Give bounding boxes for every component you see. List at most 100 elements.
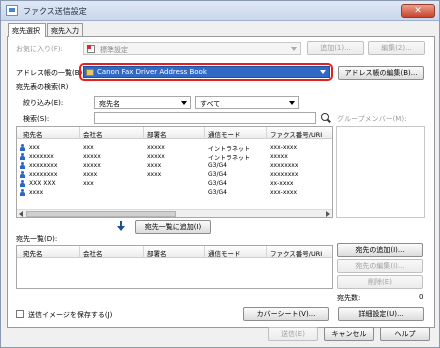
person-icon [20, 180, 25, 187]
favorites-value: 標準設定 [100, 46, 128, 54]
search-icon[interactable] [321, 113, 329, 121]
title-bar: ファクス送信設定 ✕ [1, 1, 439, 21]
cell-name: XXX XXX [29, 180, 56, 187]
delete-destination-button[interactable]: 削除(E) [337, 275, 423, 289]
cell-company: xxxx [83, 171, 98, 178]
cell-name: xxxxxxxx [29, 171, 58, 178]
address-table[interactable]: 宛先名 ^ 会社名 部署名 通信モード ファクス番号/URI xxx xxx x… [16, 126, 333, 218]
cell-mode: G3/G4 [208, 180, 227, 187]
person-icon [20, 144, 25, 151]
cell-mode: イントラネット [208, 146, 251, 153]
person-icon [20, 171, 25, 178]
filter-value-select[interactable]: すべて [195, 96, 299, 109]
cell-name: xxxxxxx [29, 153, 54, 160]
close-button[interactable]: ✕ [401, 4, 435, 18]
chevron-down-icon [289, 101, 295, 105]
column-header[interactable]: 部署名 [147, 248, 167, 258]
cell-fax: xx-xxxx [270, 180, 294, 187]
dest-list-table[interactable]: 宛先名 会社名 部署名 通信モード ファクス番号/URI [16, 245, 333, 289]
filter-field-value: 宛先名 [99, 100, 120, 108]
chevron-down-icon [320, 70, 326, 74]
column-header[interactable]: 通信モード [208, 129, 241, 139]
scroll-left-icon[interactable] [19, 211, 23, 217]
search-section-label: 宛先表の検索(R) [16, 83, 69, 91]
cell-fax: xxx-xxxx [270, 189, 298, 196]
tab-destination-input[interactable]: 宛先入力 [47, 23, 83, 36]
column-header[interactable]: 宛先名 [23, 248, 43, 258]
table-row[interactable]: xxxxxxx xxxxx xxxxx イントラネット xxxxx [17, 153, 332, 162]
search-input[interactable] [94, 112, 316, 124]
favorites-edit-button[interactable]: 編集(2)... [368, 41, 425, 55]
person-icon [20, 153, 25, 160]
add-destination-button[interactable]: 宛先の追加(I)... [337, 243, 423, 257]
column-header[interactable]: 通信モード [208, 248, 241, 258]
address-table-header: 宛先名 ^ 会社名 部署名 通信モード ファクス番号/URI [17, 127, 332, 139]
cell-mode: イントラネット [208, 155, 251, 162]
filter-value: すべて [200, 100, 221, 108]
add-to-list-button[interactable]: 宛先一覧に追加(I) [135, 220, 211, 234]
cell-mode: G3/G4 [208, 162, 227, 169]
tab-destination-select[interactable]: 宛先選択 [8, 23, 46, 37]
save-image-label: 送信イメージを保存する(J) [28, 311, 113, 319]
cell-department: xxxxx [147, 153, 165, 160]
column-header[interactable]: 会社名 [83, 129, 103, 139]
chevron-down-icon [291, 47, 297, 51]
help-button[interactable]: ヘルプ [380, 327, 430, 341]
column-header[interactable]: 会社名 [83, 248, 103, 258]
window-title: ファクス送信設定 [23, 7, 87, 16]
table-row[interactable]: XXX XXX xxx G3/G4 xx-xxxx [17, 180, 332, 188]
column-header[interactable]: ファクス番号/URI [270, 129, 322, 139]
cell-fax: xxxxx [270, 153, 288, 160]
cell-name: xxxx [29, 189, 44, 196]
table-row[interactable]: xxxx G3/G4 xxx-xxxx [17, 189, 332, 197]
dest-list-header: 宛先名 会社名 部署名 通信モード ファクス番号/URI [17, 246, 332, 258]
cell-fax: xxxxxxxx [270, 162, 299, 169]
cell-fax: xxx-xxxx [270, 144, 298, 151]
addressbook-edit-button[interactable]: アドレス帳の編集(B)... [338, 66, 424, 80]
addressbook-select[interactable]: Canon Fax Driver Address Book [83, 66, 330, 78]
horizontal-scrollbar[interactable] [17, 209, 332, 217]
cell-department: xxxx [147, 162, 162, 169]
person-icon [20, 189, 25, 196]
cell-name: xxxxxxxx [29, 162, 58, 169]
group-member-list[interactable] [336, 126, 425, 218]
dest-count-value: 0 [419, 293, 424, 301]
cell-company: xxxxx [83, 162, 101, 169]
cell-company: xxxxx [83, 153, 101, 160]
favorites-select[interactable]: 標準設定 [83, 42, 301, 55]
send-button[interactable]: 送信(E) [268, 327, 318, 341]
filter-field-select[interactable]: 宛先名 [94, 96, 191, 109]
cell-company: xxx [83, 180, 94, 187]
cell-mode: G3/G4 [208, 189, 227, 196]
edit-destination-button[interactable]: 宛先の編集(I)... [337, 259, 423, 273]
address-book-icon [86, 69, 94, 76]
fax-app-icon [6, 5, 18, 16]
scrollbar-thumb[interactable] [26, 211, 176, 217]
chevron-down-icon [181, 101, 187, 105]
dest-list-label: 宛先一覧(D): [16, 235, 58, 243]
table-row[interactable]: xxx xxx xxxxx イントラネット xxx-xxxx [17, 144, 332, 153]
favorites-label: お気に入り(F): [16, 45, 63, 53]
sort-ascending-icon: ^ [46, 126, 52, 132]
filter-label: 絞り込み(E): [23, 99, 64, 107]
favorite-icon [87, 45, 95, 53]
table-row[interactable]: xxxxxxxx xxxxx xxxx G3/G4 xxxxxxxx [17, 162, 332, 170]
column-header[interactable]: 部署名 [147, 129, 167, 139]
column-header[interactable]: ファクス番号/URI [270, 248, 322, 258]
coversheet-button[interactable]: カバーシート(V)... [243, 307, 329, 321]
arrow-down-icon [117, 221, 125, 231]
fax-settings-window: ファクス送信設定 ✕ 宛先選択 宛先入力 お気に入り(F): 標準設定 追加(1… [0, 0, 440, 348]
favorites-add-button[interactable]: 追加(1)... [307, 41, 364, 55]
cell-department: xxxx [147, 171, 162, 178]
details-button[interactable]: 詳細設定(U)... [338, 307, 424, 321]
cancel-button[interactable]: キャンセル [324, 327, 374, 341]
person-icon [20, 162, 25, 169]
addressbook-label: アドレス帳の一覧(B): [16, 69, 85, 77]
table-row[interactable]: xxxxxxxx xxxx xxxx G3/G4 xxxxxxxx [17, 171, 332, 179]
save-image-checkbox[interactable] [16, 310, 24, 318]
scroll-right-icon[interactable] [326, 211, 330, 217]
cell-mode: G3/G4 [208, 171, 227, 178]
cell-fax: xxxxxxxx [270, 171, 299, 178]
column-header[interactable]: 宛先名 [23, 129, 43, 139]
cell-department: xxxxx [147, 144, 165, 151]
